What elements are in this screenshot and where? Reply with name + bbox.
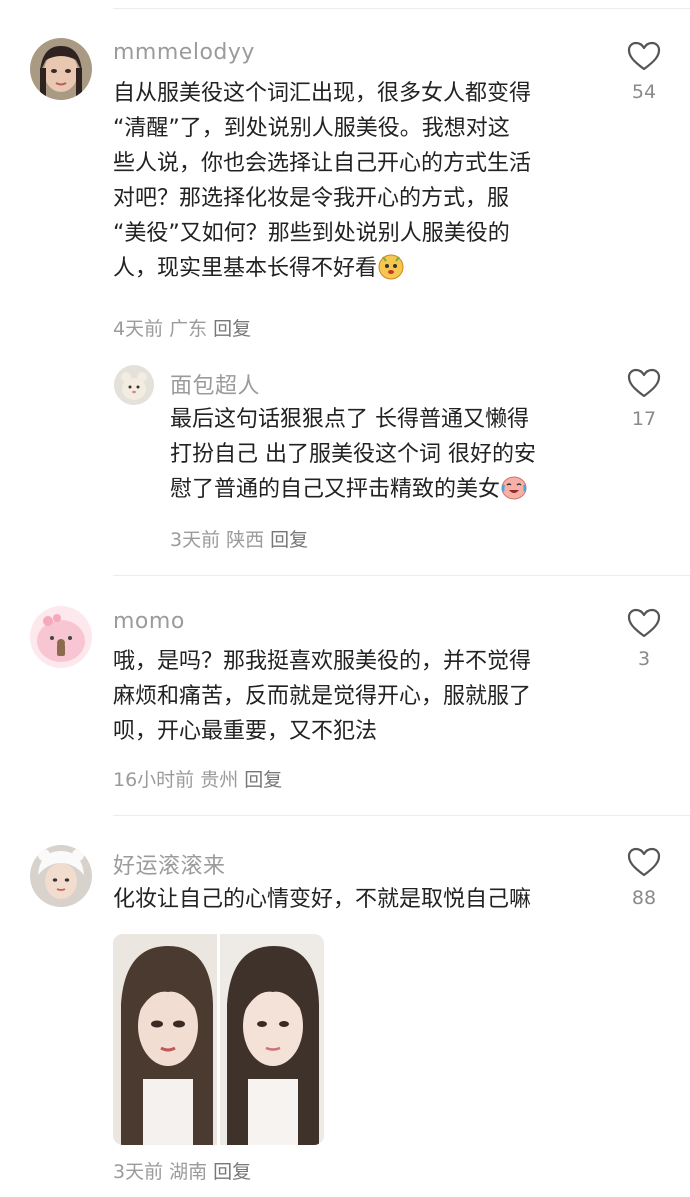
- heart-outline-icon: [627, 41, 661, 71]
- timestamp: 3天前: [170, 529, 221, 551]
- timestamp: 16小时前: [113, 769, 195, 791]
- location: 陕西: [226, 529, 265, 551]
- heart-outline-icon: [627, 608, 661, 638]
- username[interactable]: 好运滚滚来: [113, 848, 226, 880]
- location: 湖南: [169, 1161, 208, 1183]
- username[interactable]: mmmelodyy: [113, 40, 255, 65]
- comment-divider: [113, 815, 690, 816]
- avatar-mmmelodyy[interactable]: [30, 38, 92, 100]
- comment-meta: 16小时前 贵州 回复: [113, 765, 288, 792]
- location: 广东: [169, 318, 208, 340]
- comment-meta: 3天前 湖南 回复: [113, 1157, 257, 1184]
- comment-meta: 4天前 广东 回复: [113, 314, 257, 341]
- avatar-haoyun[interactable]: [30, 845, 92, 907]
- like-button[interactable]: 3: [614, 608, 674, 670]
- like-count: 54: [631, 81, 657, 103]
- like-count: 88: [631, 887, 657, 909]
- comment-text: 化妆让自己的心情变好，不就是取悦自己嘛: [113, 887, 532, 912]
- timestamp: 4天前: [113, 318, 164, 340]
- crying-laugh-emoji: [500, 473, 528, 501]
- smirk-emoji: [377, 252, 405, 280]
- reply-button[interactable]: 回复: [244, 769, 282, 791]
- timestamp: 3天前: [113, 1161, 164, 1183]
- like-button[interactable]: 17: [614, 368, 674, 430]
- like-button[interactable]: 88: [614, 847, 674, 909]
- like-button[interactable]: 54: [614, 41, 674, 103]
- top-divider: [113, 8, 690, 9]
- like-count: 3: [637, 648, 651, 670]
- comment-meta: 3天前 陕西 回复: [170, 525, 314, 552]
- comment-text: 自从服美役这个词汇出现，很多女人都变得 “清醒”了，到处说别人服美役。我想对这 …: [113, 81, 532, 281]
- reply-button[interactable]: 回复: [213, 1161, 251, 1183]
- like-count: 17: [631, 408, 657, 430]
- avatar-mianbaochaoren[interactable]: [114, 365, 154, 405]
- reply-button[interactable]: 回复: [213, 318, 251, 340]
- comment-text: 最后这句话狠狠点了 长得普通又懒得 打扮自己 出了服美役这个词 很好的安 慰了普…: [170, 407, 536, 502]
- heart-outline-icon: [627, 847, 661, 877]
- username[interactable]: momo: [113, 609, 185, 634]
- comment-divider: [113, 575, 690, 576]
- comment-image[interactable]: [113, 934, 324, 1145]
- heart-outline-icon: [627, 368, 661, 398]
- avatar-momo[interactable]: [30, 606, 92, 668]
- location: 贵州: [200, 769, 239, 791]
- username[interactable]: 面包超人: [170, 368, 260, 400]
- reply-button[interactable]: 回复: [270, 529, 308, 551]
- comment-text: 哦，是吗？那我挺喜欢服美役的，并不觉得 麻烦和痛苦，反而就是觉得开心，服就服了 …: [113, 649, 532, 744]
